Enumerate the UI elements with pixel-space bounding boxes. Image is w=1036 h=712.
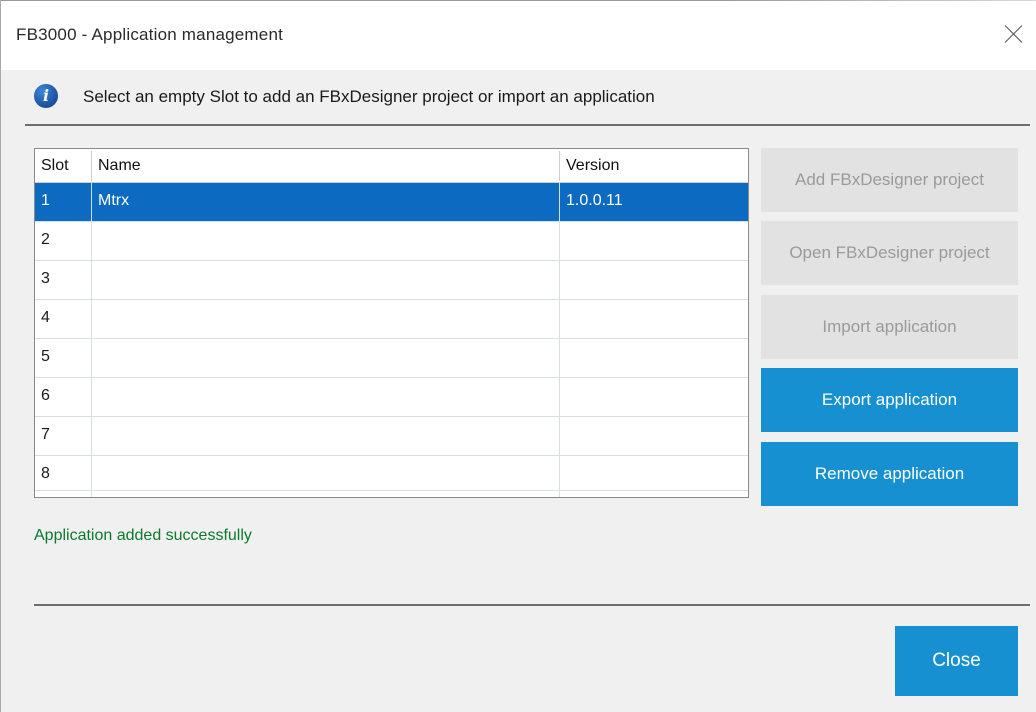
column-header-version[interactable]: Version — [560, 149, 748, 183]
table-row[interactable]: 6 — [35, 378, 748, 417]
cell-slot: 5 — [41, 348, 50, 365]
application-management-dialog: FB3000 - Application management i Select… — [0, 0, 1036, 712]
footer-divider — [34, 604, 1030, 606]
cell-name — [92, 300, 559, 339]
cell-name — [92, 261, 559, 300]
cell-slot: 1 — [41, 192, 50, 209]
column-gridline — [91, 183, 92, 497]
cell-name — [92, 456, 559, 495]
info-message: Select an empty Slot to add an FBxDesign… — [83, 87, 655, 106]
cell-name — [92, 222, 559, 261]
window-left-border — [0, 0, 1, 712]
info-icon: i — [34, 84, 58, 108]
title-bar: FB3000 - Application management — [0, 0, 1036, 70]
cell-name — [92, 378, 559, 417]
cell-slot: 3 — [41, 270, 50, 287]
status-message: Application added successfully — [34, 527, 252, 544]
table-header: Slot Name Version — [35, 149, 748, 183]
table-row[interactable]: 2 — [35, 222, 748, 261]
remove-application-button[interactable]: Remove application — [761, 442, 1018, 506]
column-header-name[interactable]: Name — [92, 149, 559, 183]
info-bar: i Select an empty Slot to add an FBxDesi… — [25, 70, 1030, 124]
cell-slot: 6 — [41, 387, 50, 404]
table-row[interactable]: 8 — [35, 456, 748, 491]
add-fbxdesigner-project-button[interactable]: Add FBxDesigner project — [761, 148, 1018, 212]
export-application-button[interactable]: Export application — [761, 368, 1018, 432]
table-row[interactable]: 7 — [35, 417, 748, 456]
cell-name: Mtrx — [98, 192, 130, 209]
table-row[interactable]: 4 — [35, 300, 748, 339]
slots-table[interactable]: Slot Name Version 1 Mtrx 1.0.0.11 2 3 4 5 6 7 8 — [34, 148, 749, 498]
column-header-slot[interactable]: Slot — [35, 149, 91, 183]
cell-version — [560, 378, 748, 417]
cell-slot: 2 — [41, 231, 50, 248]
cell-version — [560, 261, 748, 300]
cell-version — [560, 417, 748, 456]
cell-version — [560, 339, 748, 378]
cell-slot: 8 — [41, 465, 50, 482]
cell-slot: 4 — [41, 309, 50, 326]
cell-version: 1.0.0.11 — [566, 192, 623, 209]
table-row[interactable]: 3 — [35, 261, 748, 300]
table-row[interactable]: 5 — [35, 339, 748, 378]
cell-version — [560, 222, 748, 261]
cell-slot: 7 — [41, 426, 50, 443]
window-top-border — [0, 0, 1036, 1]
window-title: FB3000 - Application management — [16, 25, 284, 44]
column-gridline — [559, 183, 560, 497]
cell-name — [92, 417, 559, 456]
import-application-button[interactable]: Import application — [761, 295, 1018, 359]
close-button[interactable]: Close — [895, 626, 1018, 696]
cell-version — [560, 300, 748, 339]
cell-version — [560, 456, 748, 495]
window-close-icon[interactable] — [1000, 20, 1028, 48]
header-divider — [25, 124, 1030, 126]
open-fbxdesigner-project-button[interactable]: Open FBxDesigner project — [761, 221, 1018, 285]
table-row[interactable]: 1 Mtrx 1.0.0.11 — [35, 183, 748, 222]
cell-name — [92, 339, 559, 378]
